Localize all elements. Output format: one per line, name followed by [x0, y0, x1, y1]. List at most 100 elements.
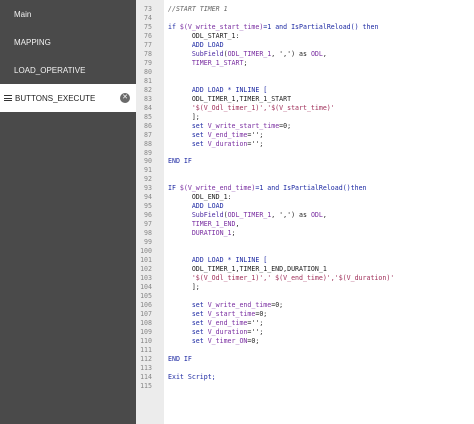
code-line[interactable]: set V_end_time=''; — [168, 319, 263, 327]
code-token: V_write_end_time — [207, 301, 272, 309]
line-number: 111 — [140, 345, 152, 354]
line-number: 86 — [144, 121, 152, 130]
code-line[interactable]: ODL_END_1: — [168, 193, 232, 201]
code-token: ; — [243, 58, 248, 67]
line-number: 76 — [144, 31, 152, 40]
code-token: =''; — [247, 139, 264, 148]
line-number: 105 — [140, 292, 152, 301]
line-number: 106 — [140, 301, 152, 309]
line-number: 96 — [144, 211, 152, 220]
code-token: V_write_start_time — [207, 121, 280, 130]
code-token: V_timer_ON — [207, 336, 248, 345]
code-token: set — [168, 309, 208, 318]
code-line[interactable]: //START TIMER 1 — [168, 5, 228, 13]
code-token: ) as — [291, 211, 311, 220]
code-token: IF — [168, 184, 180, 193]
code-token: ADD LOAD * INLINE [ — [168, 256, 268, 265]
code-token: set — [168, 301, 208, 309]
code-line[interactable]: TIMER_1_START; — [168, 58, 248, 67]
code-token: $(V_write_start_time) — [179, 22, 264, 31]
code-token: V_duration — [207, 139, 248, 148]
line-number: 98 — [144, 229, 152, 238]
code-line[interactable]: set V_end_time=''; — [168, 131, 263, 139]
code-token: $(V_write_end_time) — [179, 184, 256, 193]
code-line[interactable]: ODL_TIMER_1,TIMER_1_START — [168, 95, 291, 103]
code-line[interactable]: set V_duration=''; — [168, 140, 263, 148]
code-token: ODL — [310, 49, 323, 58]
code-token: ODL_END_1: — [168, 193, 232, 202]
code-token: , — [322, 49, 327, 58]
code-token: ; — [231, 229, 236, 238]
line-number: 95 — [144, 202, 152, 211]
code-token: =0; — [279, 121, 292, 130]
code-line[interactable]: set V_duration=''; — [168, 328, 263, 336]
line-number: 114 — [140, 372, 152, 381]
code-line[interactable]: Exit Script; — [168, 373, 216, 381]
code-token: set — [168, 130, 208, 139]
code-token: ) as — [291, 49, 311, 58]
code-line[interactable]: ADD LOAD — [168, 41, 224, 49]
line-number: 110 — [140, 336, 152, 345]
code-line[interactable]: END IF — [168, 355, 192, 363]
code-token: V_end_time — [207, 318, 248, 327]
line-number: 104 — [140, 283, 152, 292]
code-line[interactable]: if $(V_write_start_time)=1 and IsPartial… — [168, 23, 378, 31]
code-token: ADD LOAD — [168, 40, 224, 49]
code-token: =''; — [247, 130, 264, 139]
line-number: 89 — [144, 148, 152, 157]
code-token: V_duration — [207, 327, 248, 336]
code-line[interactable]: '$(V_Odl_timer_1)',' $(V_end_time)','$(V… — [168, 274, 394, 282]
code-token: =1 and IsPartialReload() then — [263, 22, 379, 31]
line-number: 99 — [144, 238, 152, 247]
code-line[interactable]: ADD LOAD — [168, 202, 224, 210]
code-line[interactable]: ADD LOAD * INLINE [ — [168, 256, 267, 264]
line-number: 83 — [144, 94, 152, 103]
code-line[interactable]: ]; — [168, 283, 200, 291]
code-token: ADD LOAD * INLINE [ — [168, 85, 268, 94]
code-token: SubField — [168, 49, 224, 58]
code-token: , ',' — [271, 49, 292, 58]
script-editor-app: Main MAPPING LOAD_OPERATIVE BUTTONS_EXEC… — [0, 0, 474, 424]
code-token: ADD LOAD — [168, 202, 224, 211]
code-line[interactable]: SubField(ODL_TIMER_1, ',') as ODL, — [168, 50, 327, 58]
code-line[interactable]: TIMER_1_END, — [168, 220, 240, 229]
code-token: =''; — [247, 318, 264, 327]
line-number: 77 — [144, 40, 152, 49]
code-token: =0; — [255, 309, 268, 318]
code-token: Exit Script; — [168, 372, 216, 381]
line-number: 90 — [144, 157, 152, 166]
line-number: 87 — [144, 130, 152, 139]
code-line[interactable]: set V_start_time=0; — [168, 310, 267, 318]
code-token: =1 and IsPartialReload()then — [255, 184, 367, 193]
line-number: 107 — [140, 309, 152, 318]
code-line[interactable]: ADD LOAD * INLINE [ — [168, 86, 267, 94]
code-token: TIMER_1_START — [168, 58, 244, 67]
code-token: set — [168, 121, 208, 130]
code-token: ]; — [168, 283, 200, 292]
code-line[interactable]: set V_write_start_time=0; — [168, 122, 291, 130]
code-line[interactable]: '$(V_Odl_timer_1)','$(V_start_time)' — [168, 104, 335, 112]
code-line[interactable]: set V_timer_ON=0; — [168, 336, 260, 345]
code-token: '$(V_Odl_timer_1)',' $(V_end_time)','$(V… — [168, 274, 395, 283]
code-token: ]; — [168, 112, 200, 121]
line-number: 79 — [144, 58, 152, 67]
code-line[interactable]: DURATION_1; — [168, 229, 236, 237]
line-number: 80 — [144, 67, 152, 76]
code-line[interactable]: ODL_START_1: — [168, 32, 240, 40]
code-token: , — [235, 220, 240, 229]
code-line[interactable]: set V_write_end_time=0; — [168, 301, 283, 309]
code-token: =0; — [247, 336, 260, 345]
line-number: 115 — [140, 381, 152, 390]
code-line[interactable]: END IF — [168, 157, 192, 165]
line-number: 108 — [140, 318, 152, 327]
code-token: ODL_TIMER_1,TIMER_1_END,DURATION_1 — [168, 265, 327, 274]
code-token: ODL_TIMER_1 — [227, 49, 272, 58]
line-number: 109 — [140, 327, 152, 336]
line-number: 82 — [144, 85, 152, 94]
code-line[interactable]: SubField(ODL_TIMER_1, ',') as ODL, — [168, 211, 327, 219]
code-line[interactable]: IF $(V_write_end_time)=1 and IsPartialRe… — [168, 184, 367, 192]
code-token: TIMER_1_END — [168, 220, 236, 229]
code-line[interactable]: ]; — [168, 113, 200, 121]
line-number: 84 — [144, 103, 152, 112]
code-line[interactable]: ODL_TIMER_1,TIMER_1_END,DURATION_1 — [168, 265, 327, 273]
